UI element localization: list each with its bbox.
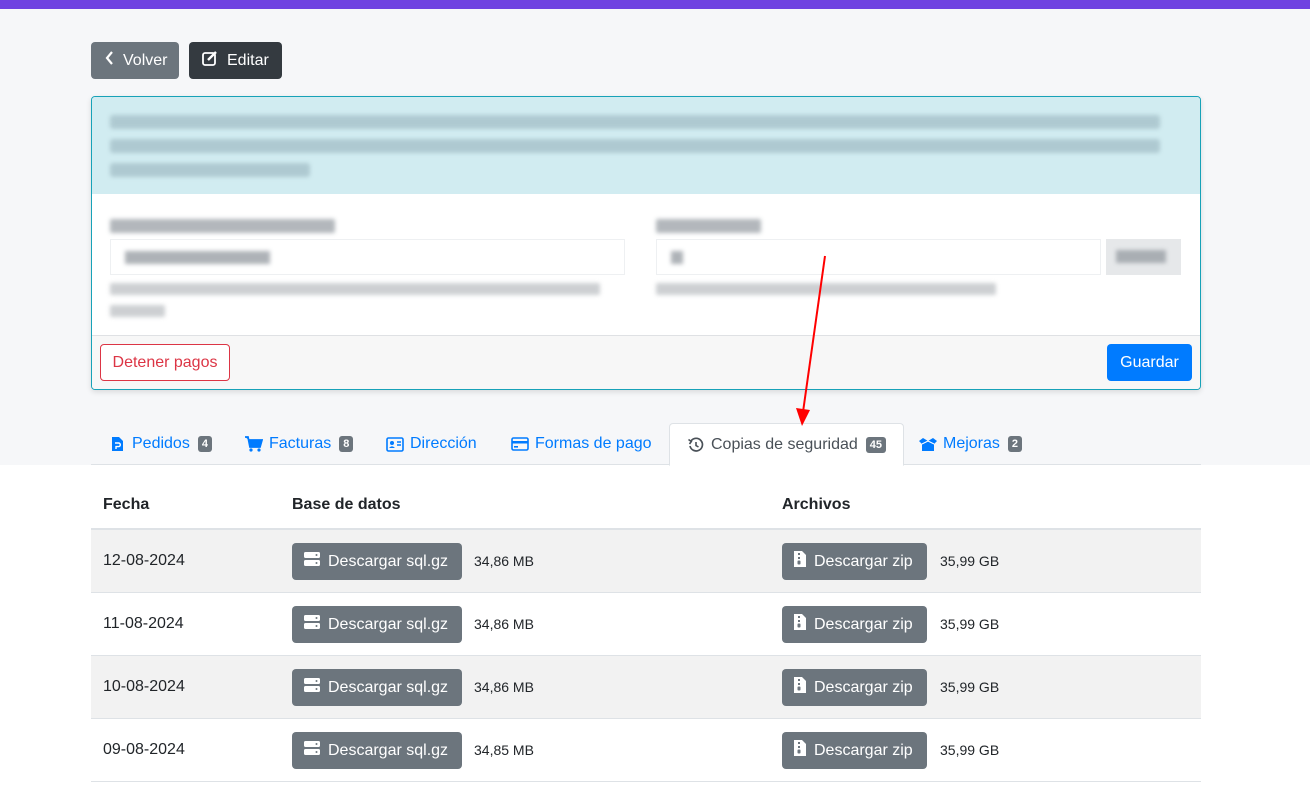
backup-date: 11-08-2024 <box>103 615 184 632</box>
info-alert <box>92 97 1200 194</box>
count-badge: 45 <box>865 436 887 453</box>
download-sql-label: Descargar sql.gz <box>328 678 449 696</box>
download-zip-button[interactable]: Descargar zip <box>782 732 927 769</box>
column-header-fecha: Fecha <box>103 496 150 513</box>
backup-date: 10-08-2024 <box>103 678 185 695</box>
download-sql-button[interactable]: Descargar sql.gz <box>292 732 462 769</box>
sql-file-size: 34,86 MB <box>474 553 534 569</box>
redacted-help-text <box>110 283 600 295</box>
tab-mejoras[interactable]: Mejoras 2 <box>902 423 1039 465</box>
file-archive-icon <box>794 677 806 698</box>
download-zip-button[interactable]: Descargar zip <box>782 543 927 580</box>
tab-label: Facturas <box>269 435 332 452</box>
download-zip-label: Descargar zip <box>814 678 913 696</box>
tab-label: Pedidos <box>132 435 190 452</box>
edit-button[interactable]: Editar <box>189 42 282 79</box>
table-row: 09-08-2024 Descargar sql.gz 34,85 MB Des… <box>91 719 1201 782</box>
top-accent-bar <box>0 0 1310 9</box>
card-footer: Detener pagos Guardar <box>92 335 1200 389</box>
sql-file-size: 34,86 MB <box>474 616 534 632</box>
tab-label: Dirección <box>410 435 477 452</box>
chevron-left-icon <box>105 51 115 70</box>
file-icon <box>108 435 126 453</box>
history-icon <box>687 436 705 454</box>
box-open-icon <box>919 435 937 453</box>
tab-formas-de-pago[interactable]: Formas de pago <box>494 423 669 465</box>
table-row: 12-08-2024 Descargar sql.gz 34,86 MB Des… <box>91 530 1201 593</box>
tabs: Pedidos 4 Facturas 8 Dirección Formas de… <box>91 423 1201 466</box>
tab-label: Copias de seguridad <box>711 435 858 453</box>
tab-label: Formas de pago <box>535 435 652 452</box>
redacted-field-label <box>656 219 761 233</box>
download-sql-button[interactable]: Descargar sql.gz <box>292 606 462 643</box>
redacted-help-text <box>110 305 165 317</box>
address-card-icon <box>386 435 404 453</box>
back-button[interactable]: Volver <box>91 42 179 79</box>
edit-icon <box>202 50 218 71</box>
download-zip-button[interactable]: Descargar zip <box>782 606 927 643</box>
download-sql-label: Descargar sql.gz <box>328 741 449 759</box>
zip-file-size: 35,99 GB <box>940 679 1000 695</box>
credit-card-icon <box>511 435 529 453</box>
table-header: Fecha Base de datos Archivos <box>91 479 1201 530</box>
column-header-archivos: Archivos <box>782 496 851 513</box>
column-header-base-de-datos: Base de datos <box>292 496 401 513</box>
database-icon <box>304 678 320 697</box>
redacted-input[interactable] <box>110 239 625 275</box>
database-icon <box>304 741 320 760</box>
download-sql-label: Descargar sql.gz <box>328 615 449 633</box>
download-sql-button[interactable]: Descargar sql.gz <box>292 669 462 706</box>
file-archive-icon <box>794 614 806 635</box>
tab-copias-de-seguridad[interactable]: Copias de seguridad 45 <box>669 423 905 466</box>
redacted-field-label <box>110 219 335 233</box>
redacted-input[interactable] <box>656 239 1101 275</box>
tab-direccion[interactable]: Dirección <box>369 423 494 465</box>
redacted-help-text <box>656 283 996 295</box>
database-icon <box>304 552 320 571</box>
backup-date: 09-08-2024 <box>103 741 185 758</box>
download-zip-label: Descargar zip <box>814 741 913 759</box>
download-zip-button[interactable]: Descargar zip <box>782 669 927 706</box>
zip-file-size: 35,99 GB <box>940 616 1000 632</box>
table-row: 11-08-2024 Descargar sql.gz 34,86 MB Des… <box>91 593 1201 656</box>
sql-file-size: 34,85 MB <box>474 742 534 758</box>
tab-label: Mejoras <box>943 435 1000 452</box>
download-zip-label: Descargar zip <box>814 615 913 633</box>
save-button[interactable]: Guardar <box>1107 344 1192 381</box>
file-archive-icon <box>794 551 806 572</box>
file-archive-icon <box>794 740 806 761</box>
back-button-label: Volver <box>123 51 168 69</box>
redacted-text <box>110 163 310 177</box>
edit-button-label: Editar <box>227 51 269 69</box>
count-badge: 8 <box>339 436 354 452</box>
subscription-card: Detener pagos Guardar <box>91 96 1201 390</box>
cart-icon <box>245 435 263 453</box>
download-sql-button[interactable]: Descargar sql.gz <box>292 543 462 580</box>
stop-payments-button[interactable]: Detener pagos <box>100 344 230 381</box>
backups-table: Fecha Base de datos Archivos 12-08-2024 … <box>91 479 1201 782</box>
download-sql-label: Descargar sql.gz <box>328 552 449 570</box>
redacted-input-addon <box>1106 239 1181 275</box>
backup-date: 12-08-2024 <box>103 552 185 569</box>
count-badge: 2 <box>1007 436 1023 452</box>
table-row: 10-08-2024 Descargar sql.gz 34,86 MB Des… <box>91 656 1201 719</box>
tab-pedidos[interactable]: Pedidos 4 <box>91 423 229 465</box>
database-icon <box>304 615 320 634</box>
sql-file-size: 34,86 MB <box>474 679 534 695</box>
zip-file-size: 35,99 GB <box>940 742 1000 758</box>
zip-file-size: 35,99 GB <box>940 553 1000 569</box>
redacted-text <box>110 139 1160 153</box>
tab-facturas[interactable]: Facturas 8 <box>228 423 370 465</box>
count-badge: 4 <box>197 436 212 452</box>
download-zip-label: Descargar zip <box>814 552 913 570</box>
redacted-text <box>110 115 1160 129</box>
